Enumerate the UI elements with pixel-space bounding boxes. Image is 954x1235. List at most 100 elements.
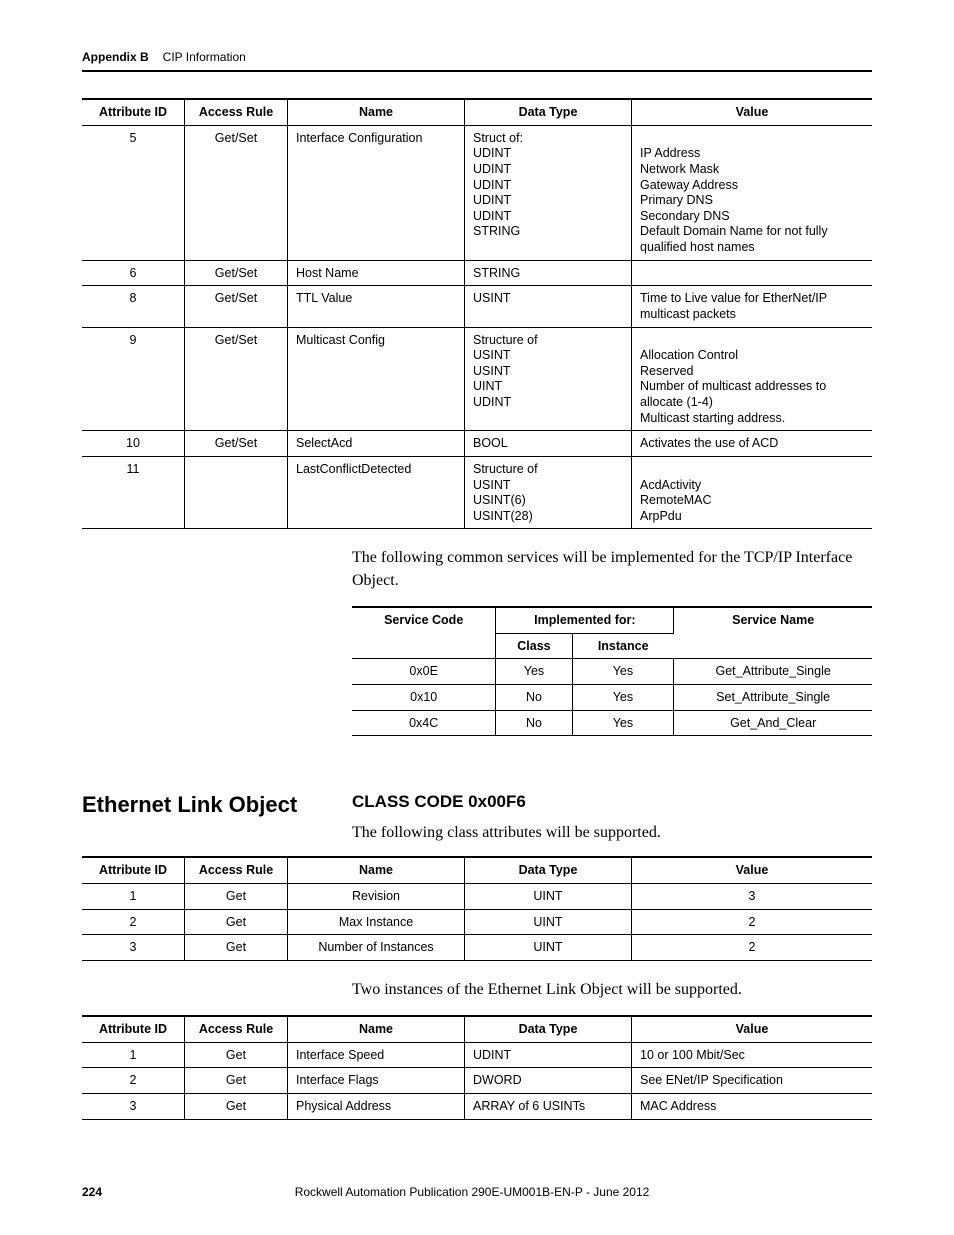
table-cell: Activates the use of ACD <box>632 431 873 457</box>
table-cell: Get/Set <box>185 286 288 327</box>
table-row: 1GetRevisionUINT3 <box>82 883 872 909</box>
table-cell: Get <box>185 909 288 935</box>
table-cell: 6 <box>82 260 185 286</box>
col-attr-id: Attribute ID <box>82 99 185 125</box>
table-row: 8Get/SetTTL ValueUSINTTime to Live value… <box>82 286 872 327</box>
table-cell: Get/Set <box>185 260 288 286</box>
ethernet-link-class-attributes-table: Attribute ID Access Rule Name Data Type … <box>82 856 872 961</box>
table-cell <box>185 456 288 529</box>
table-cell: UINT <box>465 935 632 961</box>
table-cell: Structure of USINT USINT(6) USINT(28) <box>465 456 632 529</box>
table-cell: Get <box>185 1094 288 1120</box>
running-header: Appendix B CIP Information <box>82 50 872 72</box>
col-group-implemented: Implemented for: <box>496 607 674 633</box>
table-cell: 2 <box>632 935 873 961</box>
table-cell: 2 <box>82 909 185 935</box>
col-attr-id: Attribute ID <box>82 1016 185 1042</box>
tcp-ip-attributes-table: Attribute ID Access Rule Name Data Type … <box>82 98 872 529</box>
table-cell: Set_Attribute_Single <box>674 685 872 711</box>
table-cell: Get <box>185 935 288 961</box>
col-data-type: Data Type <box>465 857 632 883</box>
table-row: 9Get/SetMulticast ConfigStructure of USI… <box>82 327 872 431</box>
table-row: 0x0EYesYesGet_Attribute_Single <box>352 659 872 685</box>
table-cell: 2 <box>82 1068 185 1094</box>
appendix-label: Appendix B <box>82 50 149 64</box>
table-cell: UINT <box>465 909 632 935</box>
table-cell: DWORD <box>465 1068 632 1094</box>
table-cell: 10 or 100 Mbit/Sec <box>632 1042 873 1068</box>
table-cell: Get/Set <box>185 327 288 431</box>
table-cell: 3 <box>82 935 185 961</box>
table-cell: 11 <box>82 456 185 529</box>
table-cell: MAC Address <box>632 1094 873 1120</box>
table-cell: 0x0E <box>352 659 496 685</box>
table-cell: 8 <box>82 286 185 327</box>
table-cell: 5 <box>82 125 185 260</box>
table-cell: Number of Instances <box>288 935 465 961</box>
table-cell <box>632 260 873 286</box>
table-cell: Time to Live value for EtherNet/IP multi… <box>632 286 873 327</box>
col-name: Name <box>288 1016 465 1042</box>
table-cell: 1 <box>82 883 185 909</box>
table-row: 1GetInterface SpeedUDINT10 or 100 Mbit/S… <box>82 1042 872 1068</box>
col-value: Value <box>632 1016 873 1042</box>
page-footer: 224 Rockwell Automation Publication 290E… <box>82 1185 872 1199</box>
table-cell: Revision <box>288 883 465 909</box>
table-cell: Yes <box>572 659 674 685</box>
col-data-type: Data Type <box>465 1016 632 1042</box>
table-cell: 9 <box>82 327 185 431</box>
appendix-title: CIP Information <box>163 50 246 64</box>
table-cell: See ENet/IP Specification <box>632 1068 873 1094</box>
table-cell: Struct of: UDINT UDINT UDINT UDINT UDINT… <box>465 125 632 260</box>
col-value: Value <box>632 99 873 125</box>
col-name: Name <box>288 99 465 125</box>
table-cell: STRING <box>465 260 632 286</box>
instance-intro: Two instances of the Ethernet Link Objec… <box>352 979 872 1001</box>
table-cell: LastConflictDetected <box>288 456 465 529</box>
publication-info: Rockwell Automation Publication 290E-UM0… <box>295 1185 650 1199</box>
table-row: 3GetNumber of InstancesUINT2 <box>82 935 872 961</box>
col-instance: Instance <box>572 633 674 659</box>
table-cell: IP Address Network Mask Gateway Address … <box>632 125 873 260</box>
table-cell: ARRAY of 6 USINTs <box>465 1094 632 1120</box>
table-cell: USINT <box>465 286 632 327</box>
col-service-name: Service Name <box>674 607 872 659</box>
table-row: 0x10NoYesSet_Attribute_Single <box>352 685 872 711</box>
table-row: 2GetMax InstanceUINT2 <box>82 909 872 935</box>
col-access-rule: Access Rule <box>185 1016 288 1042</box>
table-cell: Interface Configuration <box>288 125 465 260</box>
table-row: 6Get/SetHost NameSTRING <box>82 260 872 286</box>
table-cell: Multicast Config <box>288 327 465 431</box>
table-cell: 0x10 <box>352 685 496 711</box>
table-cell: BOOL <box>465 431 632 457</box>
table-cell: Physical Address <box>288 1094 465 1120</box>
table-row: 11 LastConflictDetectedStructure of USINT… <box>82 456 872 529</box>
col-name: Name <box>288 857 465 883</box>
col-service-code: Service Code <box>352 607 496 659</box>
col-access-rule: Access Rule <box>185 99 288 125</box>
table-cell: Yes <box>572 685 674 711</box>
table-cell: Interface Speed <box>288 1042 465 1068</box>
table-cell: Max Instance <box>288 909 465 935</box>
class-code-heading: CLASS CODE 0x00F6 <box>352 792 872 812</box>
table-cell: AcdActivity RemoteMAC ArpPdu <box>632 456 873 529</box>
table-cell: TTL Value <box>288 286 465 327</box>
table-cell: Allocation Control Reserved Number of mu… <box>632 327 873 431</box>
table-cell: 0x4C <box>352 710 496 736</box>
table-cell: 2 <box>632 909 873 935</box>
page-number: 224 <box>82 1185 102 1199</box>
table-cell: No <box>496 710 572 736</box>
table-cell: Get/Set <box>185 431 288 457</box>
table-cell: SelectAcd <box>288 431 465 457</box>
table-cell: UDINT <box>465 1042 632 1068</box>
class-attributes-intro: The following class attributes will be s… <box>352 824 872 842</box>
table-cell: UINT <box>465 883 632 909</box>
table-cell: Yes <box>496 659 572 685</box>
table-row: 2GetInterface FlagsDWORDSee ENet/IP Spec… <box>82 1068 872 1094</box>
table-row: 0x4CNoYesGet_And_Clear <box>352 710 872 736</box>
table-cell: Get <box>185 1068 288 1094</box>
table-cell: Interface Flags <box>288 1068 465 1094</box>
tcp-ip-services-intro: The following common services will be im… <box>352 547 872 592</box>
ethernet-link-instance-attributes-table: Attribute ID Access Rule Name Data Type … <box>82 1015 872 1120</box>
table-cell: Get <box>185 883 288 909</box>
